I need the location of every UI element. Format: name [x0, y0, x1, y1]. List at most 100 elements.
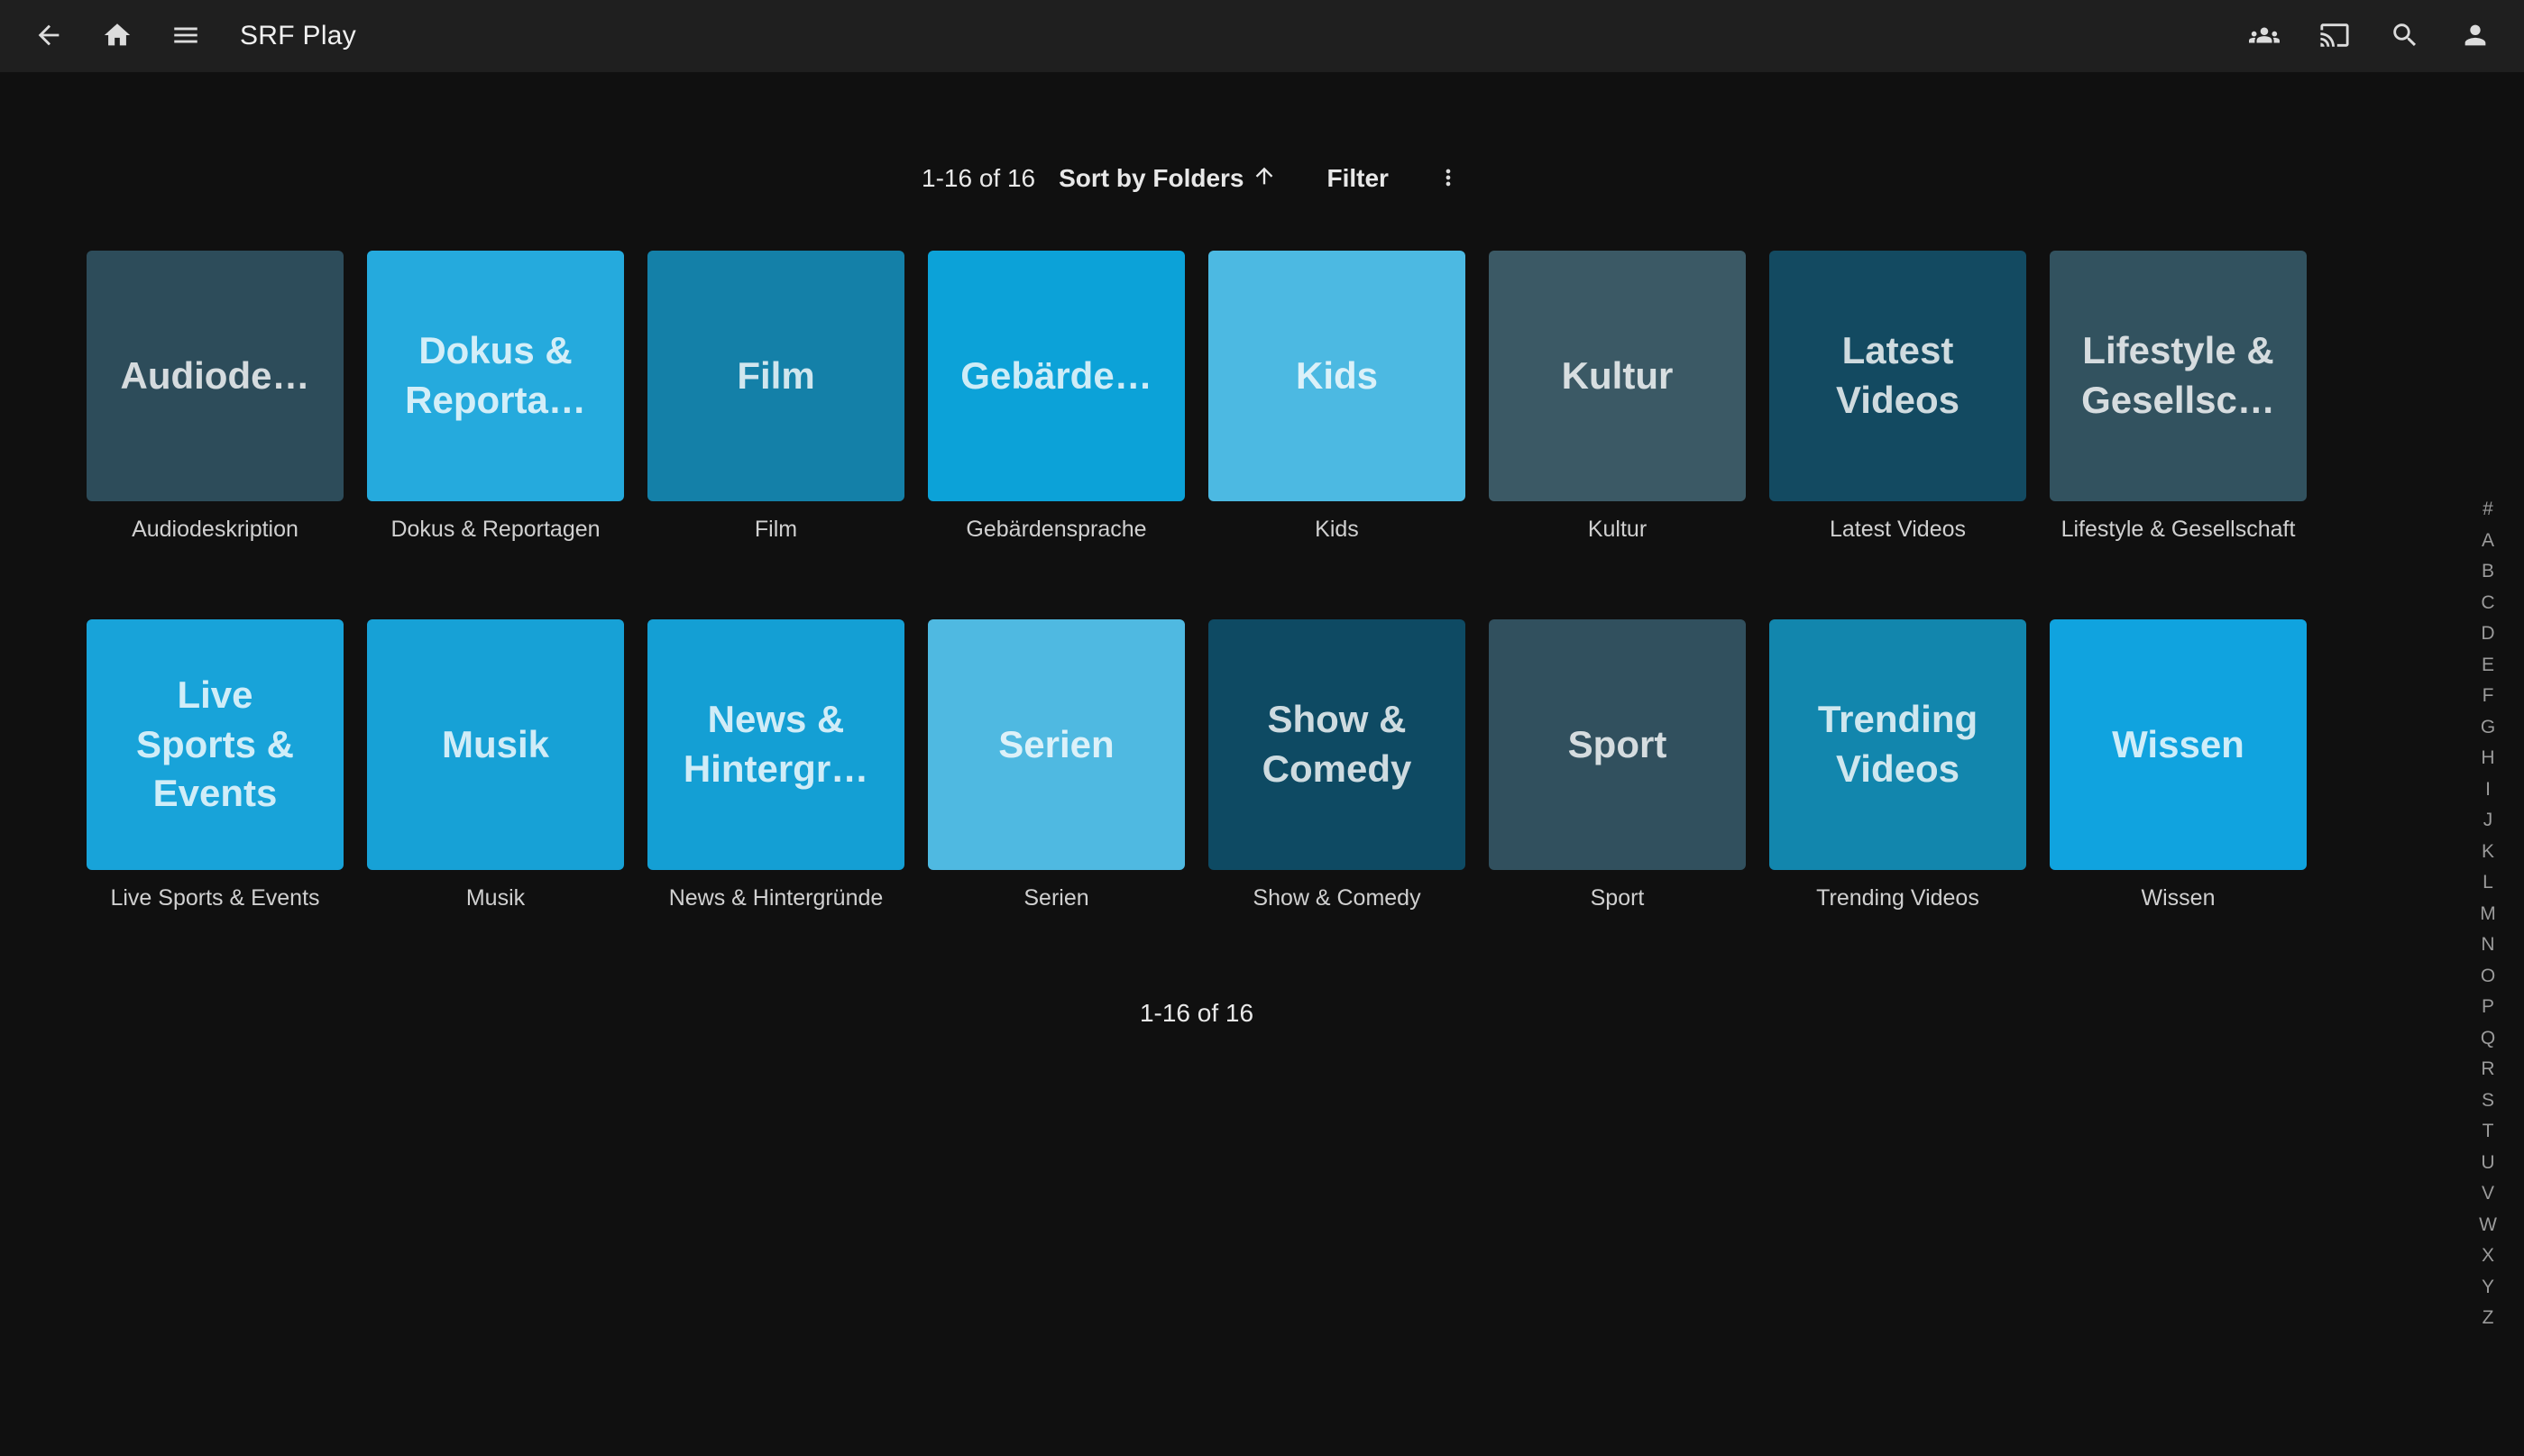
library-card-caption[interactable]: News & Hintergründe	[647, 884, 904, 911]
library-card-caption[interactable]: Audiodeskription	[87, 516, 344, 543]
back-button[interactable]	[23, 11, 74, 61]
library-card-caption[interactable]: Film	[647, 516, 904, 543]
library-card-caption[interactable]: Lifestyle & Gesellschaft	[2050, 516, 2307, 543]
alpha-letter[interactable]: U	[2472, 1148, 2504, 1179]
filter-button[interactable]: Filter	[1327, 164, 1389, 193]
library-card-caption[interactable]: Trending Videos	[1769, 884, 2026, 911]
alpha-letter[interactable]: I	[2472, 774, 2504, 806]
library-card-tile-label: Latest Videos	[1836, 326, 1960, 425]
library-card-tile[interactable]: Serien	[928, 619, 1185, 870]
search-button[interactable]	[2380, 11, 2430, 61]
alpha-picker: #ABCDEFGHIJKLMNOPQRSTUVWXYZ	[2472, 494, 2504, 1334]
alpha-letter[interactable]: S	[2472, 1085, 2504, 1117]
alpha-letter[interactable]: G	[2472, 712, 2504, 744]
library-card-tile[interactable]: Wissen	[2050, 619, 2307, 870]
library-card-tile-label: Dokus & Reporta…	[405, 326, 586, 425]
library-card: Lifestyle & Gesellsc… Lifestyle & Gesell…	[2050, 251, 2307, 543]
library-card-tile-label: Audiode…	[121, 352, 310, 401]
library-card-caption[interactable]: Kultur	[1489, 516, 1746, 543]
library-card-tile[interactable]: News & Hintergr…	[647, 619, 904, 870]
alpha-letter[interactable]: Y	[2472, 1272, 2504, 1304]
library-card-caption[interactable]: Musik	[367, 884, 624, 911]
alpha-letter[interactable]: J	[2472, 805, 2504, 837]
library-card-tile-label: Trending Videos	[1818, 695, 1978, 793]
library-card-caption[interactable]: Sport	[1489, 884, 1746, 911]
alpha-letter[interactable]: E	[2472, 650, 2504, 682]
library-card-tile[interactable]: Latest Videos	[1769, 251, 2026, 501]
alpha-letter[interactable]: K	[2472, 837, 2504, 868]
library-card-caption[interactable]: Wissen	[2050, 884, 2307, 911]
library-card-caption[interactable]: Show & Comedy	[1208, 884, 1465, 911]
library-card-tile-label: Kultur	[1562, 352, 1674, 401]
home-button[interactable]	[92, 11, 142, 61]
library-card: Wissen Wissen	[2050, 619, 2307, 911]
library-card-tile[interactable]: Live Sports & Events	[87, 619, 344, 870]
library-card-tile-label: Wissen	[2112, 720, 2244, 770]
alpha-letter[interactable]: O	[2472, 961, 2504, 993]
library-card-tile[interactable]: Trending Videos	[1769, 619, 2026, 870]
library-card: Gebärde… Gebärdensprache	[928, 251, 1185, 543]
library-card-caption[interactable]: Latest Videos	[1769, 516, 2026, 543]
library-card: Serien Serien	[928, 619, 1185, 911]
menu-button[interactable]	[161, 11, 211, 61]
alpha-letter[interactable]: B	[2472, 556, 2504, 588]
library-card-caption[interactable]: Dokus & Reportagen	[367, 516, 624, 543]
library-card-tile[interactable]: Show & Comedy	[1208, 619, 1465, 870]
alpha-letter[interactable]: D	[2472, 618, 2504, 650]
alpha-letter[interactable]: N	[2472, 929, 2504, 961]
library-card: Latest Videos Latest Videos	[1769, 251, 2026, 543]
alpha-letter[interactable]: Q	[2472, 1023, 2504, 1055]
library-card-tile[interactable]: Audiode…	[87, 251, 344, 501]
alpha-letter[interactable]: W	[2472, 1210, 2504, 1241]
library-card-tile-label: Musik	[442, 720, 549, 770]
library-card-tile[interactable]: Sport	[1489, 619, 1746, 870]
library-card-caption[interactable]: Serien	[928, 884, 1185, 911]
library-card: Kultur Kultur	[1489, 251, 1746, 543]
alpha-letter[interactable]: #	[2472, 494, 2504, 526]
library-card-caption[interactable]: Live Sports & Events	[87, 884, 344, 911]
alpha-letter[interactable]: C	[2472, 588, 2504, 619]
library-grid: Audiode… Audiodeskription Dokus & Report…	[87, 251, 2307, 911]
alpha-letter[interactable]: V	[2472, 1178, 2504, 1210]
library-card-caption[interactable]: Gebärdensprache	[928, 516, 1185, 543]
syncplay-button[interactable]	[2239, 11, 2290, 61]
alpha-letter[interactable]: L	[2472, 867, 2504, 899]
cast-button[interactable]	[2309, 11, 2360, 61]
library-card-tile[interactable]: Lifestyle & Gesellsc…	[2050, 251, 2307, 501]
top-app-bar: SRF Play	[0, 0, 2524, 72]
library-card-tile[interactable]: Gebärde…	[928, 251, 1185, 501]
library-card-tile-label: Serien	[998, 720, 1114, 770]
alpha-letter[interactable]: T	[2472, 1116, 2504, 1148]
alpha-letter[interactable]: R	[2472, 1054, 2504, 1085]
alpha-letter[interactable]: H	[2472, 743, 2504, 774]
alpha-letter[interactable]: F	[2472, 681, 2504, 712]
library-card-tile[interactable]: Kultur	[1489, 251, 1746, 501]
alpha-letter[interactable]: X	[2472, 1241, 2504, 1272]
user-icon	[2460, 20, 2491, 53]
library-card-tile[interactable]: Film	[647, 251, 904, 501]
page-title: SRF Play	[240, 21, 356, 51]
alpha-letter[interactable]: A	[2472, 526, 2504, 557]
library-card-tile-label: Sport	[1568, 720, 1667, 770]
library-card-tile-label: Live Sports & Events	[136, 671, 294, 819]
library-card-tile[interactable]: Kids	[1208, 251, 1465, 501]
alpha-letter[interactable]: P	[2472, 992, 2504, 1023]
alpha-letter[interactable]: Z	[2472, 1303, 2504, 1334]
back-icon	[33, 20, 64, 53]
library-card-tile[interactable]: Musik	[367, 619, 624, 870]
filter-button-label: Filter	[1327, 164, 1389, 193]
library-page: 1-16 of 16 Sort by Folders Filter Audiod…	[0, 155, 2307, 1027]
library-card-caption[interactable]: Kids	[1208, 516, 1465, 543]
library-card-tile[interactable]: Dokus & Reporta…	[367, 251, 624, 501]
more-options-button[interactable]	[1425, 155, 1472, 202]
alpha-letter[interactable]: M	[2472, 899, 2504, 930]
library-card-tile-label: Show & Comedy	[1262, 695, 1412, 793]
menu-icon	[170, 20, 201, 53]
syncplay-groups-icon	[2249, 20, 2280, 53]
search-icon	[2390, 20, 2420, 53]
library-card: Kids Kids	[1208, 251, 1465, 543]
user-button[interactable]	[2450, 11, 2501, 61]
paging-info: 1-16 of 16	[922, 164, 1035, 193]
sort-button[interactable]: Sort by Folders	[1059, 163, 1276, 195]
library-card: Musik Musik	[367, 619, 624, 911]
